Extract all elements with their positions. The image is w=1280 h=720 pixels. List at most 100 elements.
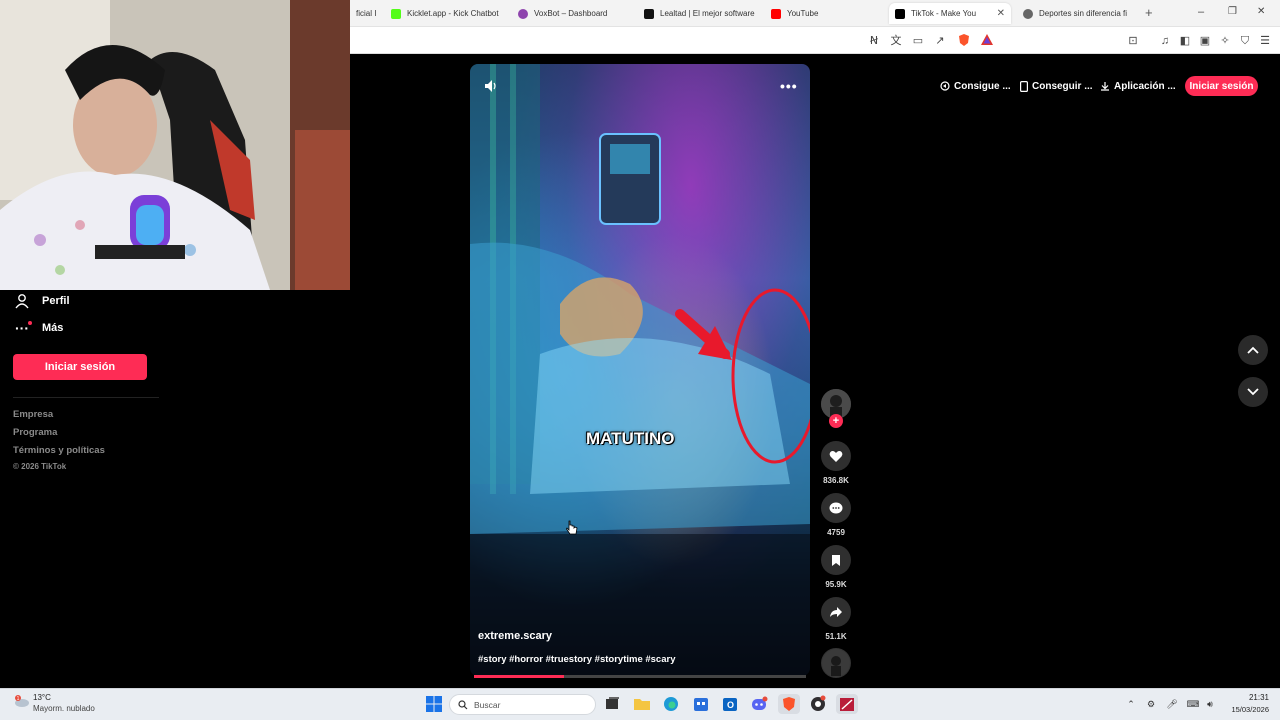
app-red-icon[interactable] [836,694,858,714]
header-login-button[interactable]: Iniciar sesión [1185,76,1258,96]
menu-icon[interactable]: ☰ [1257,33,1273,49]
share-button[interactable] [821,597,851,627]
video-hashtags[interactable]: #story #horror #truestory #storytime #sc… [478,654,675,665]
edge-icon[interactable] [660,694,682,714]
sidebar-item-more[interactable]: ··· Más [14,321,63,335]
close-window-button[interactable]: ✕ [1257,6,1265,17]
save-count: 95.9K [825,580,847,589]
get-app-label: Conseguir ... [1032,80,1093,92]
get-app-link[interactable]: Conseguir ... [1020,78,1093,94]
coin-icon [940,81,950,91]
tab-label: YouTube [787,9,819,18]
browser-tab[interactable]: Kicklet.app - Kick Chatbot [385,3,505,24]
get-coins-link[interactable]: Consigue ... [940,78,1011,94]
footer-link-terms[interactable]: Términos y políticas [13,445,105,456]
weather-desc[interactable]: Mayorm. nublado [33,704,95,713]
save-button[interactable] [821,545,851,575]
weather-icon[interactable]: 1 [12,694,30,713]
download-icon [1101,82,1109,91]
globe-icon [1023,8,1033,19]
clock-date[interactable]: 15/03/2026 [1222,705,1269,714]
video-player[interactable] [470,64,810,676]
new-tab-button[interactable]: + [1145,5,1153,20]
vpn-icon[interactable]: ⛉ [1237,33,1253,49]
sidebar-item-label: Perfil [42,295,70,307]
brave-browser-icon[interactable] [778,694,800,714]
share-arrow-icon [830,607,842,617]
share-count: 51.1K [825,632,847,641]
file-explorer-icon[interactable] [631,694,653,714]
network-icon[interactable]: ⌨ [1186,697,1200,711]
discord-icon[interactable] [748,694,770,714]
task-view-icon[interactable] [601,694,623,714]
cast-icon[interactable]: ▭ [910,33,926,49]
svg-text:1: 1 [17,696,20,702]
music-icon[interactable]: ♫ [1157,33,1173,49]
close-tab-icon[interactable]: ✕ [997,8,1005,19]
comment-count: 4759 [827,528,845,537]
search-icon [458,699,468,709]
browser-tab[interactable]: ficial I [350,3,380,24]
browser-tab-active[interactable]: TikTok - Make You ✕ [889,3,1011,24]
sidebar-divider [13,397,159,398]
more-options-icon[interactable]: ••• [780,78,798,94]
next-video-button[interactable] [1238,377,1268,407]
mute-icon[interactable] [483,78,499,94]
brave-shield-icon[interactable] [956,33,972,49]
tray-app-icon[interactable]: ⚙ [1144,697,1158,711]
youtube-icon [771,8,781,19]
desktop-app-link[interactable]: Aplicación ... [1100,78,1176,94]
lealtad-icon [644,8,654,19]
share-icon[interactable]: ↗ [932,33,948,49]
comment-icon [829,502,843,513]
browser-tab[interactable]: Deportes sin diferencia fi [1017,3,1137,24]
sidebar-login-button[interactable]: Iniciar sesión [13,354,147,380]
screenshot-icon[interactable]: ⊡ [1125,33,1141,49]
wallet-icon[interactable]: ▣ [1197,33,1213,49]
weather-temp[interactable]: 13°C [33,693,51,702]
comment-button[interactable] [821,493,851,523]
footer-link-company[interactable]: Empresa [13,409,53,420]
webcam-overlay [0,0,350,290]
tray-chevron-up-icon[interactable]: ⌃ [1124,697,1138,711]
no-translate-icon[interactable]: Ꞥ [866,33,882,49]
music-disc-icon[interactable] [821,648,851,678]
browser-tab[interactable]: VoxBot – Dashboard [512,3,632,24]
browser-tab[interactable]: YouTube [765,3,885,24]
clock-time[interactable]: 21:31 [1225,693,1269,702]
minimize-button[interactable]: – [1198,6,1204,18]
svg-text:O: O [727,700,734,710]
taskbar-search-box[interactable]: Buscar [449,694,596,715]
sidebar-icon[interactable]: ◧ [1177,33,1193,49]
voxbot-icon [518,8,528,19]
leo-ai-icon[interactable]: ✧ [1217,33,1233,49]
chevron-up-icon [1247,346,1259,354]
obs-icon[interactable] [807,694,829,714]
footer-link-program[interactable]: Programa [13,427,57,438]
phone-icon [1020,80,1028,92]
tab-label: TikTok - Make You [911,9,977,18]
video-frame-image [470,64,810,676]
tab-label: Kicklet.app - Kick Chatbot [407,9,499,18]
video-progress-fill [474,675,564,678]
outlook-icon[interactable]: O [719,694,741,714]
get-coins-label: Consigue ... [954,80,1011,92]
microphone-icon[interactable]: 🎤︎ [1165,697,1179,711]
store-icon[interactable] [690,694,712,714]
person-icon [15,294,29,309]
volume-icon[interactable]: 🔊︎ [1203,697,1217,711]
sidebar-item-profile[interactable]: Perfil [14,293,70,309]
video-author[interactable]: extreme.scary [478,630,552,642]
follow-plus-icon[interactable]: + [829,414,843,428]
windows-start-icon[interactable] [425,695,443,713]
brave-rewards-icon[interactable] [979,33,995,49]
translate-icon[interactable]: 文 [888,33,904,49]
previous-video-button[interactable] [1238,335,1268,365]
tab-label: ficial I [356,9,377,18]
browser-tab[interactable]: Lealtad | El mejor software [638,3,758,24]
desktop-app-label: Aplicación ... [1114,80,1176,92]
more-dots-icon: ··· [14,321,32,335]
maximize-button[interactable]: ❐ [1228,6,1237,17]
kick-icon [391,8,401,19]
like-button[interactable] [821,441,851,471]
